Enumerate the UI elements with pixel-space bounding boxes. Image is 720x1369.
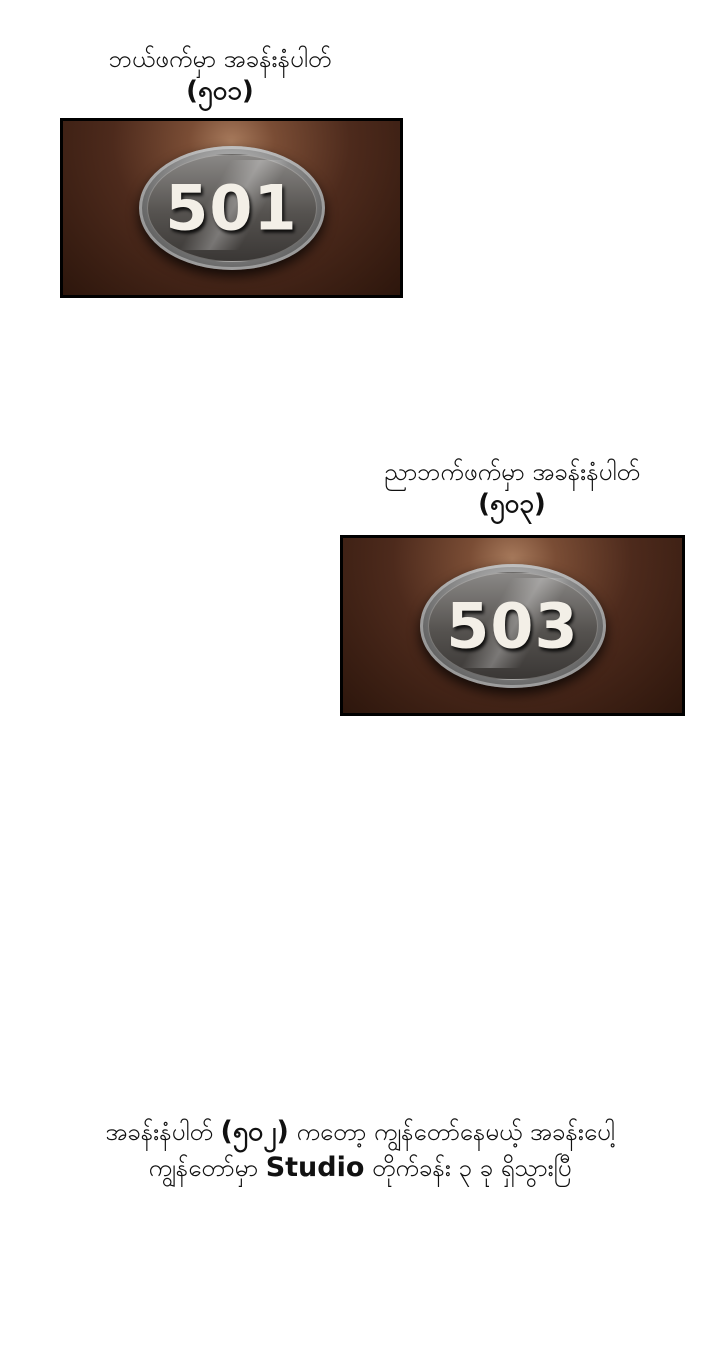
bottom-caption-line2-start: ကျွန်တော်မှာ bbox=[148, 1154, 266, 1182]
panel2-caption-line1: ညာဘက်ဖက်မှာ အခန်းနံပါတ် bbox=[384, 458, 640, 486]
panel2-caption-line2: (၅၀၃) bbox=[478, 489, 546, 519]
room-plaque-number: 501 bbox=[165, 171, 298, 245]
bottom-caption-line1-start: အခန်းနံပါတ် bbox=[105, 1118, 221, 1146]
bottom-caption-studio: Studio bbox=[265, 1152, 365, 1183]
panel1-caption-line2: (၅၀၁) bbox=[186, 76, 254, 106]
room-plaque-number: 503 bbox=[446, 589, 579, 662]
panel1-caption-line1: ဘယ်ဖက်မှာ အခန်းနံပါတ် bbox=[108, 45, 332, 73]
bottom-caption-line2-end: တိုက်ခန်း ၃ ခု ရှိသွားပြီ bbox=[364, 1154, 572, 1182]
faint-watermark bbox=[0, 1272, 720, 1312]
panel2-door-illustration: 503 bbox=[340, 535, 685, 716]
panel2-caption: ညာဘက်ဖက်မှာ အခန်းနံပါတ် (၅၀၃) bbox=[340, 455, 684, 519]
panel1-caption: ဘယ်ဖက်မှာ အခန်းနံပါတ် (၅၀၁) bbox=[60, 42, 380, 106]
bottom-caption-line1-end: ကတော့ ကျွန်တော်နေမယ့် အခန်းပေါ့ bbox=[288, 1118, 615, 1146]
bottom-caption-line1: အခန်းနံပါတ် (၅၀၂) ကတော့ ကျွန်တော်နေမယ့် … bbox=[0, 1114, 720, 1150]
panel1-door-illustration: 501 bbox=[60, 118, 403, 298]
bottom-caption-room-number: (၅၀၂) bbox=[220, 1116, 289, 1147]
bottom-caption-line2: ကျွန်တော်မှာ Studio တိုက်ခန်း ၃ ခု ရှိသွ… bbox=[0, 1150, 720, 1186]
bottom-caption: အခန်းနံပါတ် (၅၀၂) ကတော့ ကျွန်တော်နေမယ့် … bbox=[0, 1114, 720, 1186]
